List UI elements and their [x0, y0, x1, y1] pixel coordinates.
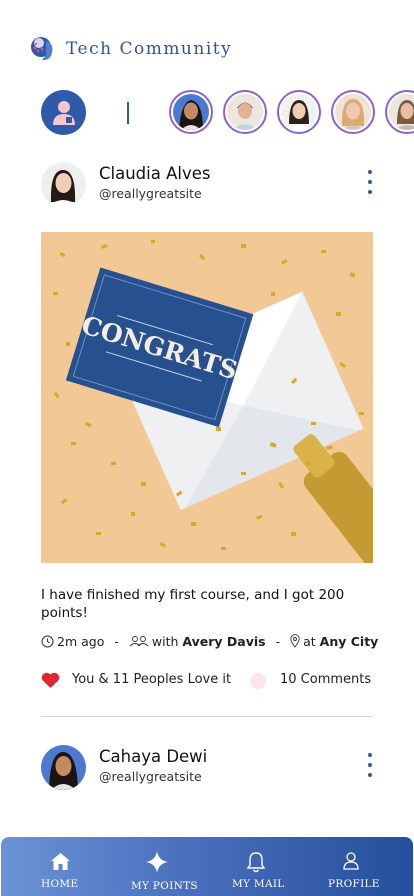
my-story-button[interactable]: [41, 90, 86, 135]
user-icon: [52, 100, 75, 125]
nav-home[interactable]: HOME: [39, 837, 83, 896]
nav-profile[interactable]: PROFILE: [325, 837, 380, 896]
post-text: I have finished my first course, and I g…: [41, 587, 345, 621]
app-title: Tech Community: [66, 39, 233, 59]
tagged-person[interactable]: Avery Davis: [182, 634, 265, 649]
story-avatar[interactable]: [223, 90, 267, 134]
nav-my-mail-label: MY MAIL: [232, 878, 285, 890]
meta-separator: -: [275, 633, 281, 649]
post-author-handle: @reallygreatsite: [99, 769, 202, 784]
post-header: Cahaya Dewi @reallygreatsite: [41, 745, 381, 791]
nav-profile-label: PROFILE: [328, 878, 380, 890]
nav-my-points[interactable]: MY POINTS: [127, 837, 198, 896]
location-pin-icon: [290, 634, 300, 648]
home-icon: [51, 853, 70, 870]
stories-bar: [0, 90, 414, 136]
post-reactions: You & 11 Peoples Love it 10 Comments: [41, 671, 373, 691]
post-location[interactable]: Any City: [320, 634, 379, 649]
at-label: at: [303, 633, 316, 649]
likes-text[interactable]: You & 11 Peoples Love it: [72, 672, 231, 687]
bell-icon: [246, 852, 266, 873]
meta-separator: -: [114, 633, 119, 649]
people-icon: [129, 636, 149, 647]
nav-home-label: HOME: [41, 878, 79, 890]
post-time: 2m ago: [57, 633, 105, 649]
story-avatar[interactable]: [385, 90, 414, 134]
avatar[interactable]: [41, 745, 86, 790]
story-avatar[interactable]: [277, 90, 321, 134]
comment-icon[interactable]: [250, 673, 266, 689]
stories-divider: [127, 102, 129, 124]
clock-icon: [41, 635, 54, 647]
bottom-navigation: HOME MY POINTS MY MAIL PROFILE: [1, 837, 413, 896]
nav-my-mail[interactable]: MY MAIL: [229, 837, 285, 896]
nav-my-points-label: MY POINTS: [131, 880, 198, 892]
post-meta: 2m ago - with Avery Davis - at Any City: [41, 632, 381, 650]
post-author-name[interactable]: Claudia Alves: [99, 164, 210, 183]
app-header: Tech Community: [30, 32, 232, 66]
logo-icon: [30, 33, 58, 65]
heart-icon[interactable]: [41, 672, 60, 689]
post-header: Claudia Alves @reallygreatsite: [41, 162, 381, 208]
profile-icon: [343, 852, 359, 870]
more-options-button[interactable]: [365, 753, 375, 777]
post-divider: [41, 716, 373, 717]
more-options-button[interactable]: [365, 170, 375, 194]
with-label: with: [151, 633, 179, 649]
post-author-handle: @reallygreatsite: [99, 186, 202, 201]
post-image[interactable]: CONGRATS: [41, 232, 373, 563]
sparkle-icon: [146, 851, 168, 873]
avatar[interactable]: [41, 162, 86, 207]
post-author-name[interactable]: Cahaya Dewi: [99, 747, 207, 766]
comments-count[interactable]: 10 Comments: [280, 672, 371, 687]
story-avatar[interactable]: [331, 90, 375, 134]
story-avatar[interactable]: [169, 90, 213, 134]
